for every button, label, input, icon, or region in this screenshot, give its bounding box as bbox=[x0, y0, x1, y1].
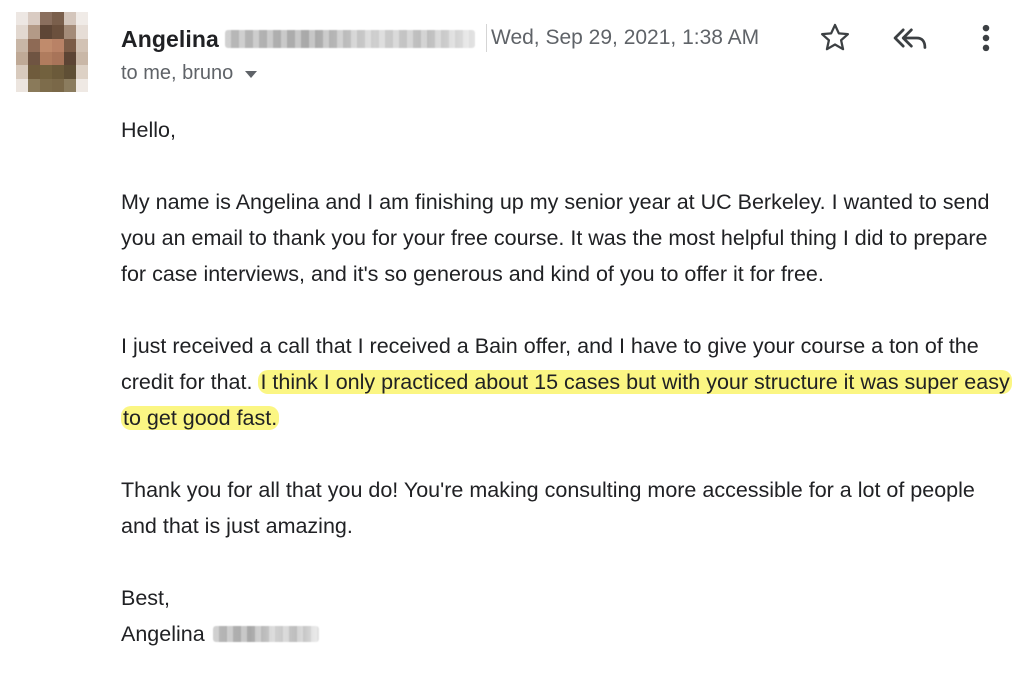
recipients-label: to me, bruno bbox=[121, 62, 234, 84]
more-options-button[interactable] bbox=[966, 18, 1006, 58]
star-button[interactable] bbox=[815, 18, 855, 58]
recipients-dropdown[interactable]: to me, bruno bbox=[121, 62, 258, 85]
redacted-sender-email bbox=[224, 30, 475, 48]
paragraph-thanks: Thank you for all that you do! You're ma… bbox=[121, 478, 975, 538]
signature-line: Angelina bbox=[121, 616, 1016, 652]
greeting: Hello, bbox=[121, 118, 176, 142]
signature: Best, Angelina bbox=[121, 580, 1016, 652]
paragraph-intro: My name is Angelina and I am finishing u… bbox=[121, 190, 990, 286]
chevron-down-icon bbox=[245, 71, 258, 78]
highlighted-text: I think I only practiced about 15 cases … bbox=[121, 370, 1012, 430]
star-icon bbox=[820, 23, 850, 51]
closing: Best, bbox=[121, 586, 170, 610]
avatar[interactable] bbox=[16, 12, 88, 92]
redacted-surname bbox=[212, 626, 319, 642]
sender-row: Angelina bbox=[121, 22, 475, 56]
reply-all-icon bbox=[893, 28, 927, 49]
message-body: Hello, My name is Angelina and I am fini… bbox=[121, 112, 1016, 652]
more-vertical-icon bbox=[982, 24, 990, 52]
message-date: Wed, Sep 29, 2021, 1:38 AM bbox=[486, 24, 759, 52]
sender-name[interactable]: Angelina bbox=[121, 26, 219, 53]
paragraph-offer: I just received a call that I received a… bbox=[121, 328, 1016, 436]
signature-name: Angelina bbox=[121, 622, 205, 646]
reply-all-button[interactable] bbox=[890, 18, 930, 58]
